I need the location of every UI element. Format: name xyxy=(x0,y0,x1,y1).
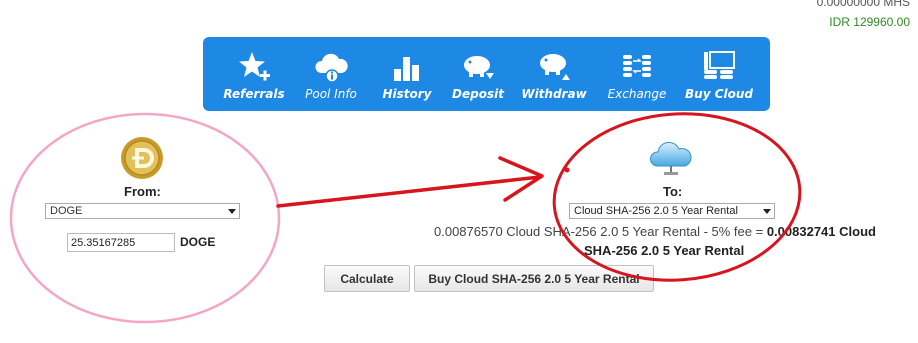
from-currency-select[interactable]: DOGE xyxy=(45,203,240,219)
toolbar-history[interactable]: History xyxy=(371,37,443,111)
toolbar-buy-cloud[interactable]: Buy Cloud xyxy=(683,37,755,111)
toolbar-label: Deposit xyxy=(452,87,504,101)
star-plus-icon xyxy=(239,52,270,81)
cloud-info-icon xyxy=(315,53,348,83)
from-unit-label: DOGE xyxy=(180,235,216,249)
piggy-bank-up-icon xyxy=(540,54,570,80)
conversion-summary: 0.00876570 Cloud SHA-256 2.0 5 Year Rent… xyxy=(434,224,876,239)
toolbar-label: Exchange xyxy=(607,87,667,101)
toolbar-deposit[interactable]: Deposit xyxy=(442,37,514,111)
toolbar-label: Withdraw xyxy=(521,87,587,101)
from-amount-input[interactable] xyxy=(67,233,175,252)
dogecoin-icon xyxy=(121,137,163,179)
toolbar-pool-info[interactable]: Pool Info xyxy=(295,37,367,111)
toolbar-label: Pool Info xyxy=(305,87,357,101)
idr-balance: IDR 129960.00 xyxy=(829,15,910,29)
toolbar-label: Buy Cloud xyxy=(685,87,753,101)
from-label: From: xyxy=(124,184,161,199)
buy-cloud-button[interactable]: Buy Cloud SHA-256 2.0 5 Year Rental xyxy=(414,265,654,292)
red-arrow xyxy=(276,175,542,208)
bar-chart-icon xyxy=(394,57,419,81)
mhs-balance: 0.00000000 MHS xyxy=(816,0,910,9)
chevron-down-icon xyxy=(228,209,236,214)
conversion-text: 0.00876570 Cloud SHA-256 2.0 5 Year Rent… xyxy=(434,224,767,239)
conversion-result-cont: SHA-256 2.0 5 Year Rental xyxy=(584,243,745,258)
toolbar-label: History xyxy=(382,87,432,101)
toolbar-withdraw[interactable]: Withdraw xyxy=(518,37,590,111)
red-arrowhead xyxy=(498,156,544,202)
to-product-select[interactable]: Cloud SHA-256 2.0 5 Year Rental xyxy=(569,203,775,219)
cloud-server-icon xyxy=(704,51,735,79)
exchange-coins-icon xyxy=(623,55,651,77)
toolbar-label: Referrals xyxy=(223,87,285,101)
from-currency-value: DOGE xyxy=(50,205,83,217)
conversion-result: 0.00832741 Cloud xyxy=(766,224,876,239)
toolbar-exchange[interactable]: Exchange xyxy=(601,37,673,111)
main-toolbar: Referrals Pool Info History Deposit With… xyxy=(203,37,770,111)
red-dot xyxy=(564,167,570,173)
toolbar-referrals[interactable]: Referrals xyxy=(218,37,290,111)
to-product-value: Cloud SHA-256 2.0 5 Year Rental xyxy=(574,205,738,217)
chevron-down-icon xyxy=(763,209,771,214)
piggy-bank-down-icon xyxy=(464,56,494,79)
calculate-button[interactable]: Calculate xyxy=(324,265,410,292)
cloud-icon xyxy=(650,141,692,175)
to-label: To: xyxy=(663,184,683,199)
